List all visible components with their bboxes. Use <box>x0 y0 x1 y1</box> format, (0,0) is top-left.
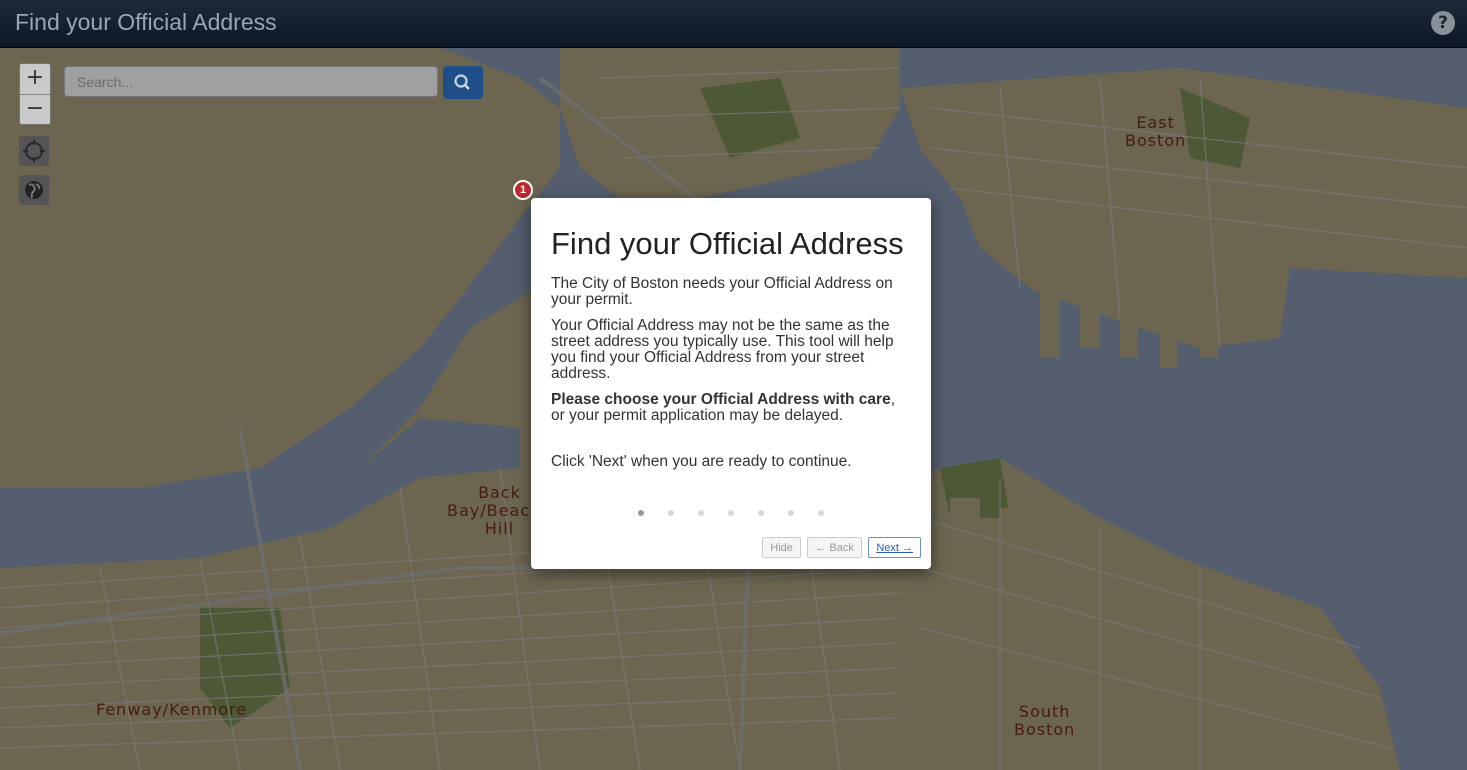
search-input[interactable] <box>64 66 438 97</box>
locate-button[interactable] <box>19 136 49 166</box>
next-button[interactable]: Next → <box>868 537 921 558</box>
modal-paragraph-1: The City of Boston needs your Official A… <box>551 275 893 308</box>
search-button[interactable] <box>443 66 483 99</box>
zoom-control: + − <box>19 63 51 125</box>
step-dot[interactable] <box>728 510 734 516</box>
step-dot[interactable] <box>758 510 764 516</box>
step-dot[interactable] <box>668 510 674 516</box>
basemap-button[interactable] <box>19 175 49 205</box>
modal-paragraph-3: Please choose your Official Address with… <box>551 392 911 424</box>
crosshair-icon <box>23 140 45 162</box>
modal-title: Find your Official Address <box>551 226 904 261</box>
zoom-in-button[interactable]: + <box>20 64 50 95</box>
modal-emphasis: Please choose your Official Address with… <box>551 391 891 408</box>
globe-icon <box>25 181 43 199</box>
zoom-out-button[interactable]: − <box>20 95 50 125</box>
step-dot[interactable] <box>638 510 644 516</box>
modal-buttons: Hide ← Back Next → <box>760 537 921 558</box>
tour-step-marker: 1 <box>513 180 533 200</box>
app-title: Find your Official Address <box>15 9 277 35</box>
step-indicator <box>531 503 931 521</box>
hide-button[interactable]: Hide <box>762 537 801 558</box>
search-icon <box>454 74 470 90</box>
modal-paragraph-2: Your Official Address may not be the sam… <box>551 317 894 382</box>
modal-paragraph-4: Click 'Next' when you are ready to conti… <box>551 453 852 470</box>
step-dot[interactable] <box>788 510 794 516</box>
step-dot[interactable] <box>698 510 704 516</box>
back-button[interactable]: ← Back <box>807 537 862 558</box>
help-icon[interactable]: ? <box>1431 11 1455 35</box>
tour-modal: Find your Official Address The City of B… <box>531 198 931 569</box>
app-header: Find your Official Address ? <box>0 0 1467 48</box>
step-dot[interactable] <box>818 510 824 516</box>
